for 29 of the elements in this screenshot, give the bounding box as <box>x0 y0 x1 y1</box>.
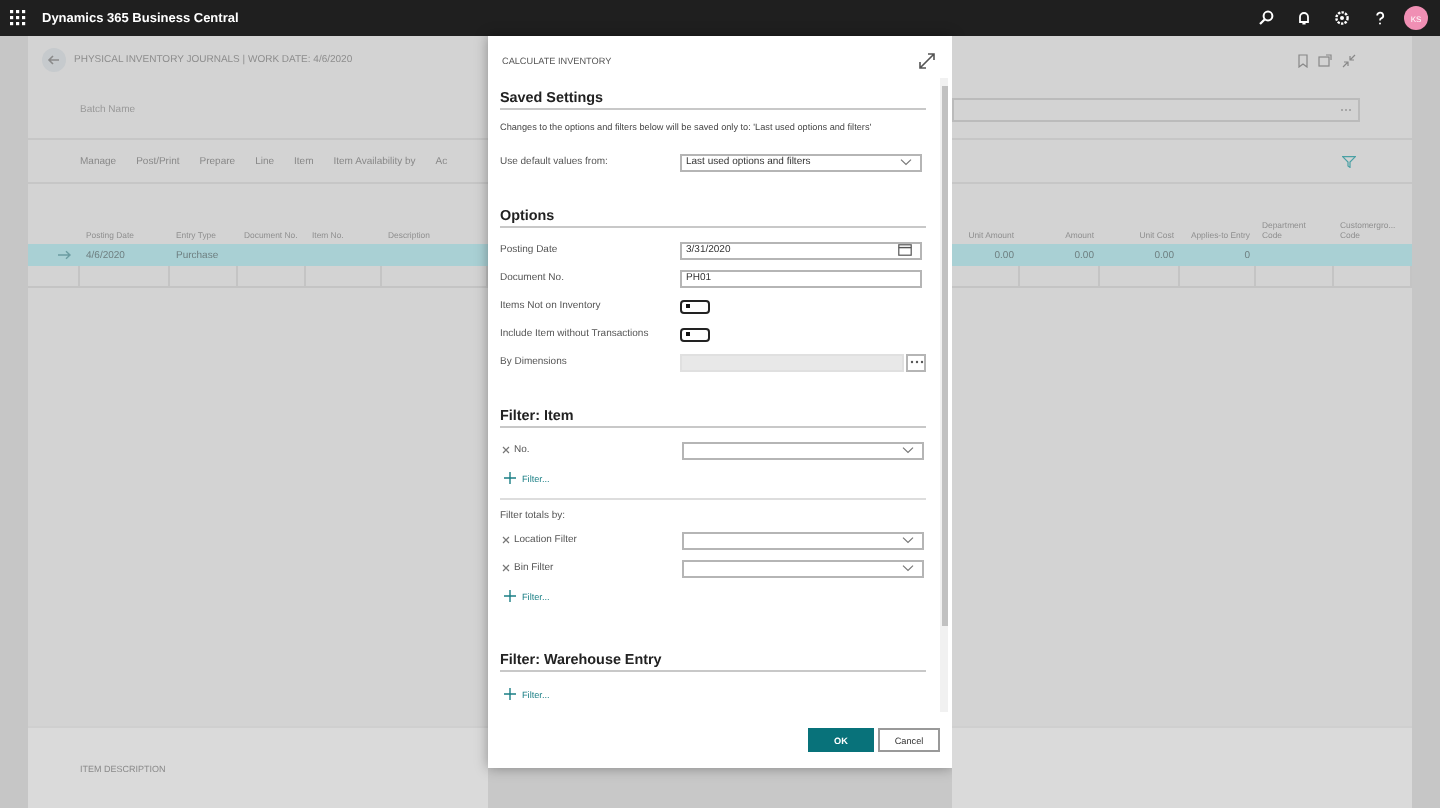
collapse-icon[interactable] <box>1342 53 1356 67</box>
remove-icon[interactable] <box>502 446 510 454</box>
toggle-switch[interactable] <box>680 327 710 341</box>
dropdown-field[interactable] <box>682 559 924 577</box>
bookmark-icon[interactable] <box>1298 53 1308 67</box>
lookup-button[interactable] <box>906 353 926 371</box>
chevron-down-icon <box>900 158 912 166</box>
scrollbar[interactable] <box>940 78 948 712</box>
search-icon[interactable] <box>1258 10 1274 26</box>
bell-icon[interactable] <box>1296 10 1312 26</box>
lookup-field[interactable] <box>680 353 904 371</box>
remove-icon[interactable] <box>502 536 510 544</box>
plus-icon <box>504 472 516 484</box>
plus-icon <box>504 590 516 602</box>
dropdown-field[interactable] <box>682 531 924 549</box>
arrow-icon <box>58 250 72 260</box>
batch-name-field[interactable] <box>952 98 1360 122</box>
app-launcher-icon[interactable] <box>10 10 26 26</box>
chevron-down-icon <box>902 564 914 572</box>
plus-icon <box>504 688 516 700</box>
dropdown-field[interactable] <box>682 441 924 459</box>
chevron-down-icon <box>902 446 914 454</box>
remove-icon[interactable] <box>502 564 510 572</box>
settings-icon[interactable] <box>1334 10 1350 26</box>
help-icon[interactable] <box>1372 10 1388 26</box>
expand-icon[interactable] <box>918 51 936 69</box>
chevron-down-icon <box>902 536 914 544</box>
toggle-switch[interactable] <box>680 299 710 313</box>
calendar-icon <box>898 244 912 256</box>
